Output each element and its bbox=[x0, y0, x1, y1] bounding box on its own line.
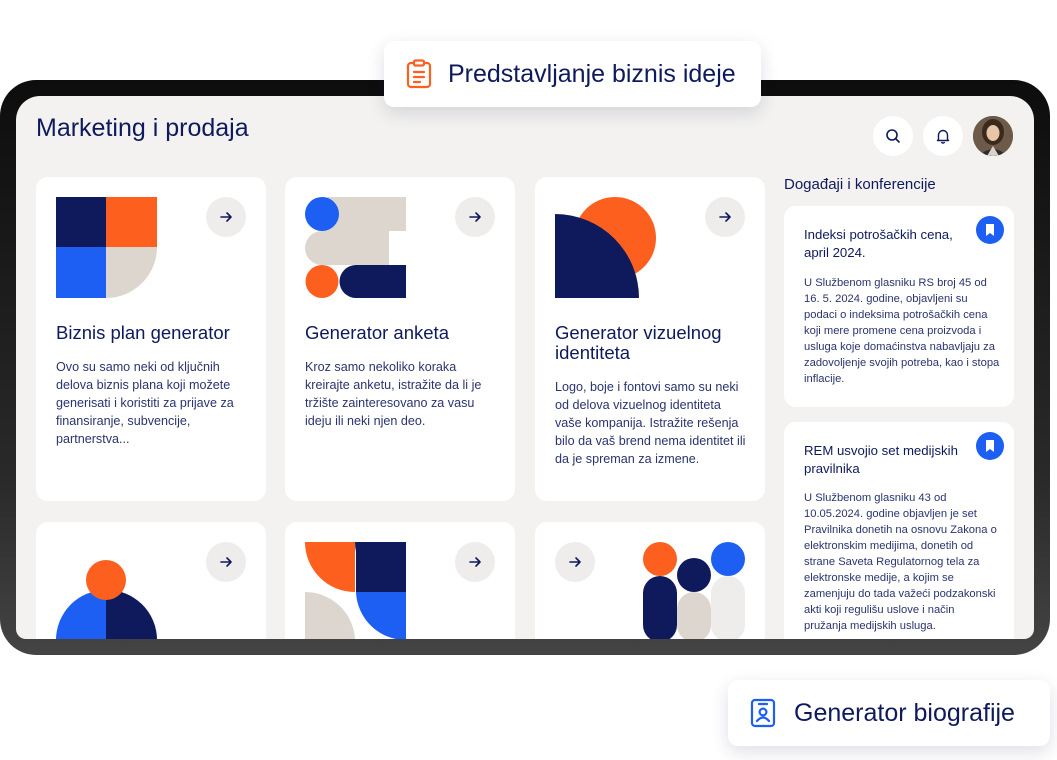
event-card[interactable]: Indeksi potrošačkih cena, april 2024. U … bbox=[784, 206, 1014, 407]
card-row2-1[interactable] bbox=[36, 522, 266, 639]
open-card-button[interactable] bbox=[455, 197, 495, 237]
open-card-button[interactable] bbox=[555, 542, 595, 582]
open-card-button[interactable] bbox=[705, 197, 745, 237]
arrow-right-icon bbox=[719, 212, 731, 222]
arrow-right-icon bbox=[469, 212, 481, 222]
event-card[interactable]: REM usvojio set medijskih pravilnika U S… bbox=[784, 422, 1014, 639]
card-illustration bbox=[56, 197, 157, 298]
event-text: U Službenom glasniku RS broj 45 od 16. 5… bbox=[804, 277, 1000, 385]
clipboard-icon bbox=[406, 59, 432, 89]
bell-icon bbox=[936, 129, 950, 144]
search-button[interactable] bbox=[873, 116, 913, 156]
app-screen: Marketing i prodaja Biznis plan generato… bbox=[16, 96, 1034, 639]
events-heading: Događaji i konferencije bbox=[784, 176, 936, 193]
card-row2-3[interactable] bbox=[535, 522, 765, 639]
pill-label: Predstavljanje biznis ideje bbox=[448, 59, 736, 88]
arrow-right-icon bbox=[569, 557, 581, 567]
card-biznis-plan[interactable]: Biznis plan generator Ovo su samo neki o… bbox=[36, 177, 266, 501]
card-title: Generator anketa bbox=[305, 322, 449, 343]
bookmark-icon bbox=[986, 224, 994, 236]
card-generator-anketa[interactable]: Generator anketa Kroz samo nekoliko kora… bbox=[285, 177, 515, 501]
card-description: Logo, boje i fontovi samo su neki od del… bbox=[555, 380, 746, 466]
card-description: Ovo su samo neki od ključnih delova bizn… bbox=[56, 360, 234, 446]
card-row2-2[interactable] bbox=[285, 522, 515, 639]
card-title: Biznis plan generator bbox=[56, 322, 230, 343]
user-avatar[interactable] bbox=[973, 116, 1013, 156]
feature-pill-biznis-ideja[interactable]: Predstavljanje biznis ideje bbox=[384, 41, 761, 107]
arrow-right-icon bbox=[469, 557, 481, 567]
open-card-button[interactable] bbox=[206, 542, 246, 582]
open-card-button[interactable] bbox=[455, 542, 495, 582]
bookmark-button[interactable] bbox=[976, 432, 1004, 460]
bookmark-icon bbox=[986, 440, 994, 452]
arrow-right-icon bbox=[220, 557, 232, 567]
card-illustration bbox=[305, 197, 406, 298]
card-illustration bbox=[555, 197, 656, 298]
card-description: Kroz samo nekoliko koraka kreirajte anke… bbox=[305, 360, 482, 428]
pill-label: Generator biografije bbox=[794, 698, 1015, 727]
arrow-right-icon bbox=[220, 212, 232, 222]
feature-pill-biografija[interactable]: Generator biografije bbox=[728, 680, 1050, 746]
card-illustration bbox=[56, 560, 157, 639]
event-text: U Službenom glasniku 43 od 10.05.2024. g… bbox=[804, 492, 997, 632]
card-illustration bbox=[305, 542, 406, 639]
event-title: Indeksi potrošačkih cena, april 2024. bbox=[804, 227, 953, 260]
card-vizuelni-identitet[interactable]: Generator vizuelnog identiteta Logo, boj… bbox=[535, 177, 765, 501]
card-illustration bbox=[643, 542, 745, 639]
card-title: Generator vizuelnog identiteta bbox=[555, 322, 722, 363]
notifications-button[interactable] bbox=[923, 116, 963, 156]
open-card-button[interactable] bbox=[206, 197, 246, 237]
search-icon bbox=[886, 129, 900, 143]
bookmark-button[interactable] bbox=[976, 216, 1004, 244]
page-title: Marketing i prodaja bbox=[36, 114, 249, 142]
tablet-frame: Marketing i prodaja Biznis plan generato… bbox=[0, 80, 1050, 655]
event-title: REM usvojio set medijskih pravilnika bbox=[804, 443, 958, 476]
id-badge-icon bbox=[750, 698, 776, 728]
avatar-image bbox=[973, 116, 1013, 156]
